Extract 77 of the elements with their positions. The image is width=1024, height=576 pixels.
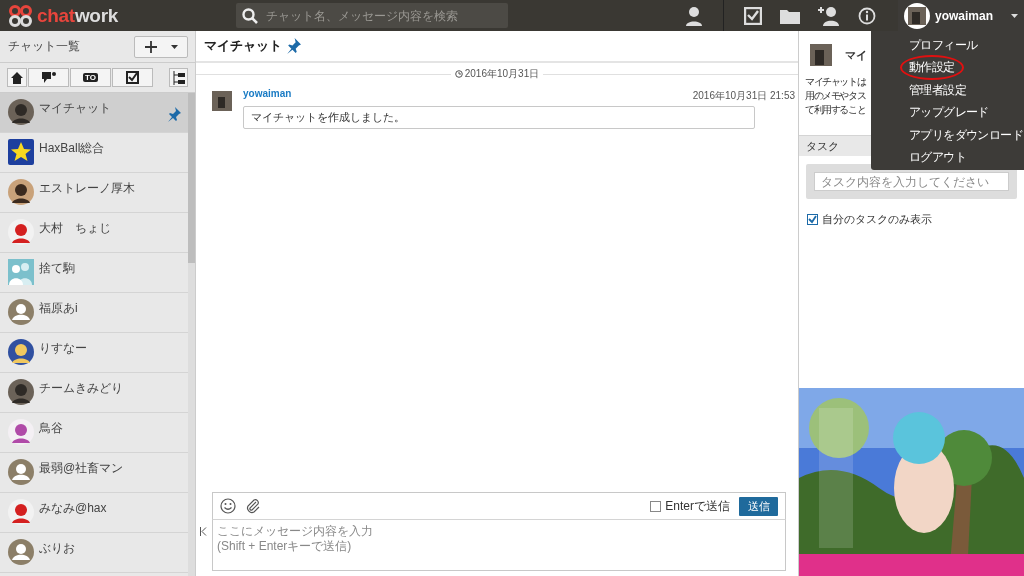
message-input[interactable]: ここにメッセージ内容を入力 (Shift + Enterキーで送信)	[212, 520, 786, 571]
menu-item[interactable]: プロフィール	[904, 32, 983, 58]
default-avatar-icon	[8, 299, 34, 325]
chat-room-item[interactable]: HaxBall総合	[0, 133, 188, 173]
home-icon	[11, 71, 23, 84]
logo-icon	[8, 3, 34, 28]
room-title: マイ	[845, 47, 867, 63]
group-avatar-icon	[8, 259, 34, 285]
chat-room-item[interactable]: 捨て駒	[0, 253, 188, 293]
chat-room-item[interactable]: りすなー	[0, 333, 188, 373]
chat-room-name: 福原あi	[39, 300, 79, 317]
chat-room-item[interactable]: 最弱@社畜マン	[0, 453, 188, 493]
sidebar-title: チャット一覧	[8, 38, 80, 55]
pin-icon[interactable]	[285, 38, 301, 54]
collapse-icon[interactable]	[200, 527, 207, 536]
task-input[interactable]: タスク内容を入力してください	[814, 172, 1009, 191]
chat-room-name: 鳥谷	[39, 420, 64, 437]
chat-room-item[interactable]: エストレーノ厚木	[0, 173, 188, 213]
chat-room-name: みなみ@hax	[39, 500, 108, 517]
chat-room-item[interactable]: 大村 ちょじ	[0, 213, 188, 253]
chat-room-name: りすなー	[39, 340, 88, 357]
message-text: マイチャットを作成しました。	[243, 106, 755, 129]
add-chat-button[interactable]	[134, 35, 188, 58]
default-avatar-icon	[8, 539, 34, 565]
scrollbar-thumb[interactable]	[188, 93, 195, 263]
checkbox[interactable]	[807, 214, 818, 225]
send-button[interactable]: 送信	[739, 496, 778, 516]
my-tasks-only-checkbox[interactable]: 自分のタスクのみ表示	[807, 212, 1024, 227]
search-field[interactable]: チャット名、メッセージ内容を検索	[236, 3, 508, 28]
chat-room-item[interactable]: 福原あi	[0, 293, 188, 333]
message-author[interactable]: yowaiman	[243, 88, 292, 103]
date-divider-label: 2016年10月31日	[450, 67, 544, 81]
star-avatar-icon	[8, 139, 34, 165]
speech-bubble-icon	[41, 71, 56, 84]
paperclip-icon[interactable]	[245, 498, 261, 514]
menu-item[interactable]: 動作設定	[900, 55, 964, 81]
checkbox-icon	[126, 71, 139, 84]
chat-room-item[interactable]: 鳥谷	[0, 413, 188, 453]
caret-icon	[170, 44, 178, 49]
chat-room-name: エストレーノ厚木	[39, 180, 136, 197]
task-icon[interactable]	[744, 6, 762, 25]
chat-room-item[interactable]: マイチャット	[0, 93, 188, 133]
chat-room-name: 最弱@社畜マン	[39, 460, 125, 477]
search-icon	[241, 6, 259, 25]
add-contact-icon[interactable]	[818, 5, 840, 26]
chat-room-name: 捨て駒	[39, 260, 76, 277]
chat-room-name: 大村 ちょじ	[39, 220, 112, 237]
info-icon[interactable]	[858, 6, 876, 25]
enter-to-send-checkbox[interactable]: Enterで送信	[650, 497, 730, 515]
room-description-line: マイチャットは	[805, 75, 866, 89]
to-filter-button[interactable]: TO	[70, 68, 111, 87]
chat-room-item[interactable]: みなみ@hax	[0, 493, 188, 533]
mention-filter-button[interactable]	[28, 68, 69, 87]
checkbox[interactable]	[650, 500, 662, 512]
chat-room-name: HaxBall総合	[39, 140, 106, 157]
room-description-line: て利用すること	[805, 103, 866, 117]
chat-room-name: マイチャット	[39, 100, 112, 117]
clock-icon	[454, 70, 463, 78]
chat-room-name: ぶりお	[39, 540, 76, 557]
default-avatar-icon	[8, 459, 34, 485]
support-icon[interactable]	[685, 5, 703, 26]
chat-title: マイチャット	[204, 37, 282, 55]
room-description-line: 用のメモやタス	[805, 89, 866, 103]
user-menu-button[interactable]: yowaiman	[898, 0, 1024, 31]
caret-icon	[1011, 13, 1018, 18]
folder-icon[interactable]	[780, 7, 800, 24]
chat-room-item[interactable]: チームきみどり	[0, 373, 188, 413]
emoji-icon[interactable]	[220, 498, 236, 514]
chat-room-item[interactable]: ぶりお	[0, 533, 188, 573]
home-filter-button[interactable]	[7, 68, 27, 87]
tree-view-button[interactable]	[169, 68, 188, 87]
plus-icon	[144, 40, 157, 53]
tree-icon	[172, 70, 185, 85]
task-filter-button[interactable]	[112, 68, 153, 87]
chat-room-name: チームきみどり	[39, 380, 124, 397]
message-time: 2016年10月31日 21:53	[692, 89, 795, 103]
logo-text: chatwork	[37, 4, 119, 27]
